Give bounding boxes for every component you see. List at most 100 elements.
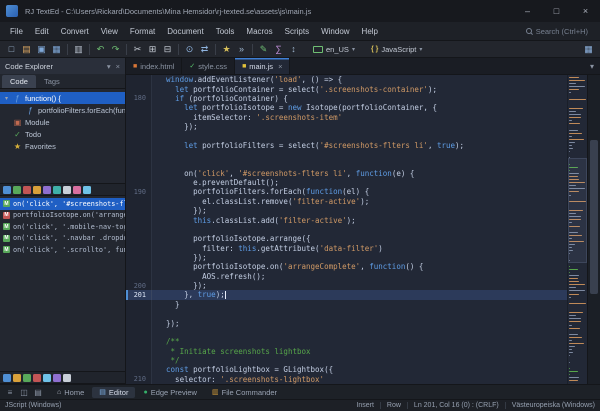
save-all-icon[interactable]: ▦ [49,42,64,57]
line-number[interactable] [126,122,152,131]
code-line[interactable]: portfolioIsotope.on('arrangeComplete', f… [126,262,567,271]
goto-line-icon[interactable]: » [234,42,249,57]
code-line[interactable]: 201 }, true); [126,290,567,299]
code-editor[interactable]: window.addEventListener('load', () => { … [126,75,600,384]
find-icon[interactable]: ⊙ [182,42,197,57]
print-icon[interactable]: ▥ [71,42,86,57]
status-syntax[interactable]: JScript (Windows) [5,402,61,409]
line-number[interactable]: 190 [126,187,152,196]
sum-icon[interactable]: ∑ [271,42,286,57]
line-number[interactable] [126,365,152,374]
tree-item[interactable]: ƒportfolioFilters.forEach(function(el) [0,104,125,116]
panel-tab-icon[interactable] [3,374,11,382]
menu-window[interactable]: Window [315,24,355,39]
line-number[interactable] [126,84,152,93]
minimap-viewport[interactable] [568,158,587,263]
line-number[interactable] [126,356,152,365]
panel-toggle-icon[interactable]: ◫ [17,386,31,399]
panel-tab-icon[interactable] [23,374,31,382]
keyboard-layout-select[interactable]: en_US ▾ [309,44,359,55]
line-number[interactable]: 201 [126,290,152,299]
panel-tab-icon[interactable] [43,186,51,194]
copy-icon[interactable]: ⊞ [145,42,160,57]
panel-tab-icon[interactable] [43,374,51,382]
code-line[interactable]: let portfolioFilters = select('#screensh… [126,141,567,150]
replace-icon[interactable]: ⇄ [197,42,212,57]
panel-tab-icon[interactable] [53,186,61,194]
function-list-item[interactable]: Mon('click', '#screenshots-flters li', f… [0,198,125,210]
view-tab-editor[interactable]: ▤Editor [92,387,135,398]
menu-help[interactable]: Help [356,24,384,39]
line-number[interactable] [126,225,152,234]
menu-file[interactable]: File [4,24,29,39]
menu-scripts[interactable]: Scripts [279,24,315,39]
line-number[interactable] [126,141,152,150]
view-tab-home[interactable]: ⌂Home [50,387,91,398]
code-line[interactable] [126,225,567,234]
status-insert-mode[interactable]: Insert [356,402,374,409]
save-icon[interactable]: ▣ [34,42,49,57]
code-line[interactable]: */ [126,356,567,365]
view-tab-edge-preview[interactable]: ●Edge Preview [136,387,204,398]
editor-tab-main.js[interactable]: ■main.js× [235,58,290,74]
panel-tab-icon[interactable] [73,186,81,194]
vertical-scrollbar[interactable] [587,75,600,384]
line-number[interactable] [126,272,152,281]
code-line[interactable] [126,328,567,337]
panel-tab-icon[interactable] [3,186,11,194]
tab-close-icon[interactable]: × [278,62,282,71]
minimap[interactable] [567,75,587,384]
panel-tab-icon[interactable] [83,186,91,194]
cut-icon[interactable]: ✂ [130,42,145,57]
menu-view[interactable]: View [95,24,124,39]
code-line[interactable]: let portfolioContainer = select('.screen… [126,84,567,93]
tree-item[interactable]: ★Favorites [0,140,125,152]
panel-close-icon[interactable]: × [116,62,120,71]
code-line[interactable]: itemSelector: '.screenshots-item' [126,112,567,121]
open-folder-icon[interactable]: ▤ [19,42,34,57]
line-number[interactable] [126,328,152,337]
code-line[interactable]: 190 portfolioFilters.forEach(function(el… [126,187,567,196]
maximize-button[interactable]: □ [542,0,571,22]
menu-format[interactable]: Format [124,24,161,39]
editor-tab-style.css[interactable]: ✓style.css [182,58,235,74]
code-line[interactable]: filter: this.getAttribute('data-filter') [126,243,567,252]
menu-macros[interactable]: Macros [240,24,278,39]
line-number[interactable] [126,300,152,309]
code-line[interactable]: e.preventDefault(); [126,178,567,187]
panel-tab-icon[interactable] [13,186,21,194]
redo-icon[interactable]: ↷ [108,42,123,57]
status-position[interactable]: Ln 201, Col 16 (0) : (CRLF) [414,402,499,409]
line-number[interactable] [126,253,152,262]
line-number[interactable] [126,131,152,140]
sort-icon[interactable]: ↕ [286,42,301,57]
line-number[interactable] [126,178,152,187]
function-list-item[interactable]: Mon('click', '.mobile-nav-toggle', funct… [0,221,125,233]
menu-convert[interactable]: Convert [55,24,95,39]
syntax-select[interactable]: { } JavaScript ▾ [367,44,426,55]
panel-tab-icon[interactable] [63,374,71,382]
code-line[interactable]: let portfolioIsotope = new Isotope(portf… [126,103,567,112]
line-number[interactable] [126,337,152,346]
panel-menu-icon[interactable]: ▾ [107,62,111,71]
function-list-item[interactable]: Mon('click', '.scrollto', function(e) { [0,244,125,256]
status-encoding[interactable]: Västeuropeiska (Windows) [512,402,595,409]
sidebar-tab-code[interactable]: Code [2,75,36,88]
panel-tab-icon[interactable] [53,374,61,382]
code-line[interactable]: }); [126,253,567,262]
line-number[interactable] [126,169,152,178]
layout-icon[interactable]: ▦ [581,42,596,57]
menu-edit[interactable]: Edit [29,24,55,39]
line-number[interactable]: 210 [126,375,152,384]
line-number[interactable] [126,215,152,224]
line-number[interactable] [126,234,152,243]
code-line[interactable]: window.addEventListener('load', () => { [126,75,567,84]
code-line[interactable]: 200 }); [126,281,567,290]
code-line[interactable]: }); [126,206,567,215]
document-list-icon[interactable]: ▤ [31,386,45,399]
code-line[interactable]: } [126,300,567,309]
line-number[interactable] [126,150,152,159]
line-number[interactable]: 180 [126,94,152,103]
menu-tools[interactable]: Tools [210,24,241,39]
code-line[interactable] [126,150,567,159]
